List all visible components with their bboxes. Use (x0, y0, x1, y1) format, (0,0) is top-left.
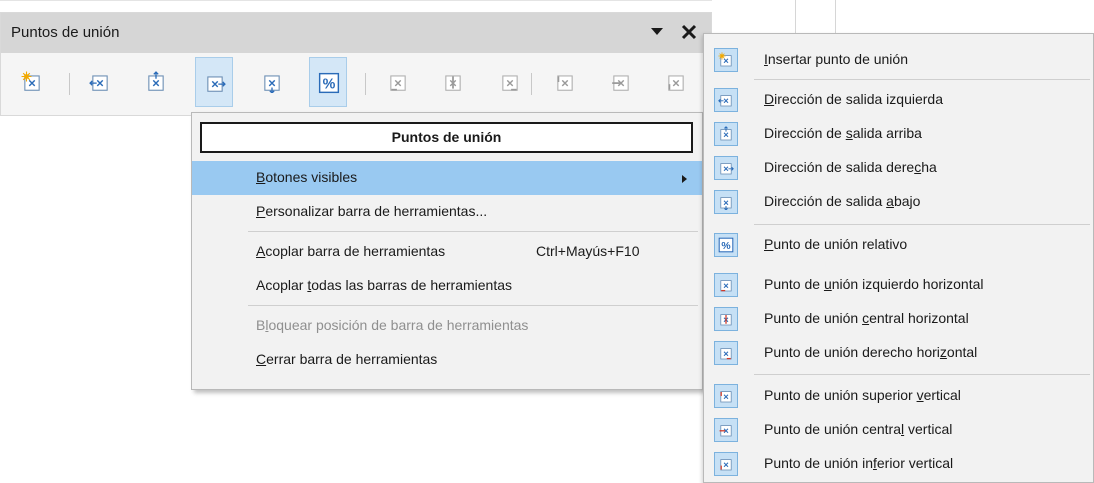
horizontal-right-icon (714, 341, 738, 365)
submenu-item-label: Dirección de salida abajo (764, 193, 921, 209)
toolbar-title-bar[interactable]: Puntos de unión (1, 13, 711, 53)
submenu-item-label: Punto de unión izquierdo horizontal (764, 276, 984, 292)
visible-buttons-submenu[interactable]: Insertar punto de unión Dirección de sali… (703, 33, 1094, 483)
toolbar-button-exit-bottom[interactable] (253, 57, 291, 107)
horizontal-center-icon (714, 307, 738, 331)
submenu-item[interactable]: Insertar punto de unión (704, 43, 1093, 77)
context-menu-header: Puntos de unión (200, 122, 693, 153)
submenu-item[interactable]: Punto de unión izquierdo horizontal (704, 268, 1093, 302)
submenu-separator (754, 224, 1090, 225)
submenu-item-label: Punto de unión superior vertical (764, 387, 961, 403)
toolbar-separator (69, 73, 70, 95)
toolbar-button-vertical-center[interactable] (602, 57, 640, 107)
exit-left-icon (714, 88, 738, 112)
submenu-item[interactable]: Dirección de salida derecha (704, 151, 1093, 185)
context-menu-item-label: Cerrar barra de herramientas (256, 351, 438, 367)
close-icon (681, 24, 697, 40)
vertical-center-icon (714, 418, 738, 442)
context-menu-item-label: Acoplar barra de herramientas (256, 243, 446, 259)
submenu-item[interactable]: Punto de unión superior vertical (704, 379, 1093, 413)
submenu-item-label: Dirección de salida derecha (764, 159, 937, 175)
vertical-top-icon (714, 384, 738, 408)
context-menu-item[interactable]: Botones visibles (192, 161, 702, 195)
toolbar-button-relative[interactable]: % (309, 57, 347, 107)
submenu-arrow-icon (682, 175, 687, 183)
submenu-item[interactable]: Punto de unión central horizontal (704, 302, 1093, 336)
submenu-item-label: Dirección de salida izquierda (764, 91, 943, 107)
context-menu-item-label: Personalizar barra de herramientas... (256, 203, 488, 219)
toolbar-separator (531, 73, 532, 95)
submenu-item-label: Dirección de salida arriba (764, 125, 922, 141)
context-menu-item[interactable]: Cerrar barra de herramientas (192, 343, 702, 377)
toolbar-button-horizontal-right[interactable] (491, 57, 529, 107)
exit-top-icon (714, 122, 738, 146)
submenu-item[interactable]: Dirección de salida arriba (704, 117, 1093, 151)
glue-points-toolbar[interactable]: Puntos de unión % (0, 12, 712, 116)
submenu-item-label: Punto de unión central vertical (764, 421, 953, 437)
toolbar-close-button[interactable] (677, 19, 701, 45)
context-menu-item[interactable]: Acoplar todas las barras de herramientas (192, 269, 702, 303)
context-menu-item[interactable]: Acoplar barra de herramientas Ctrl+Mayús+… (192, 235, 702, 269)
toolbar-title: Puntos de unión (11, 24, 120, 41)
submenu-item[interactable]: Dirección de salida izquierda (704, 83, 1093, 117)
exit-right-icon (714, 156, 738, 180)
triangle-down-icon (651, 28, 663, 35)
toolbar-separator (365, 73, 366, 95)
submenu-item[interactable]: Punto de unión central vertical (704, 413, 1093, 447)
toolbar-button-horizontal-center[interactable] (434, 57, 472, 107)
toolbar-button-horizontal-left[interactable] (379, 57, 417, 107)
submenu-item-label: Punto de unión central horizontal (764, 310, 969, 326)
toolbar-button-vertical-top[interactable] (546, 57, 584, 107)
submenu-item-label: Punto de unión relativo (764, 236, 908, 252)
context-menu-separator (248, 305, 698, 306)
submenu-item[interactable]: Dirección de salida abajo (704, 185, 1093, 219)
submenu-item-label: Insertar punto de unión (764, 51, 908, 67)
submenu-separator (754, 374, 1090, 375)
exit-bottom-icon (714, 190, 738, 214)
svg-text:%: % (721, 241, 730, 252)
document-top-border (0, 0, 712, 1)
toolbar-button-exit-left[interactable] (81, 57, 119, 107)
context-menu-item-label: Botones visibles (256, 169, 358, 185)
context-menu-item-label: Acoplar todas las barras de herramientas (256, 277, 513, 293)
toolbar-button-exit-right[interactable] (195, 57, 233, 107)
toolbar-button-insert-glue-point[interactable] (13, 57, 51, 107)
percent-icon: % (714, 233, 738, 257)
svg-text:%: % (323, 77, 336, 93)
toolbar-button-vertical-bottom[interactable] (657, 57, 695, 107)
toolbar-menu-button[interactable] (648, 23, 666, 41)
submenu-item[interactable]: Punto de unión inferior vertical (704, 447, 1093, 481)
context-menu-item-label: Bloquear posición de barra de herramient… (256, 317, 529, 333)
submenu-item[interactable]: Punto de unión derecho horizontal (704, 336, 1093, 370)
submenu-item-label: Punto de unión inferior vertical (764, 455, 954, 471)
submenu-item-label: Punto de unión derecho horizontal (764, 344, 978, 360)
submenu-separator (754, 79, 1090, 80)
vertical-bottom-icon (714, 452, 738, 476)
submenu-item[interactable]: % Punto de unión relativo (704, 228, 1093, 262)
context-menu-shortcut: Ctrl+Mayús+F10 (536, 243, 640, 259)
insert-glue-point-icon (714, 48, 738, 72)
context-menu-item: Bloquear posición de barra de herramient… (192, 309, 702, 343)
horizontal-left-icon (714, 273, 738, 297)
toolbar-button-exit-top[interactable] (137, 57, 175, 107)
toolbar-context-menu[interactable]: Puntos de unión Botones visibles Personal… (191, 112, 703, 390)
context-menu-separator (248, 231, 698, 232)
context-menu-item[interactable]: Personalizar barra de herramientas... (192, 195, 702, 229)
